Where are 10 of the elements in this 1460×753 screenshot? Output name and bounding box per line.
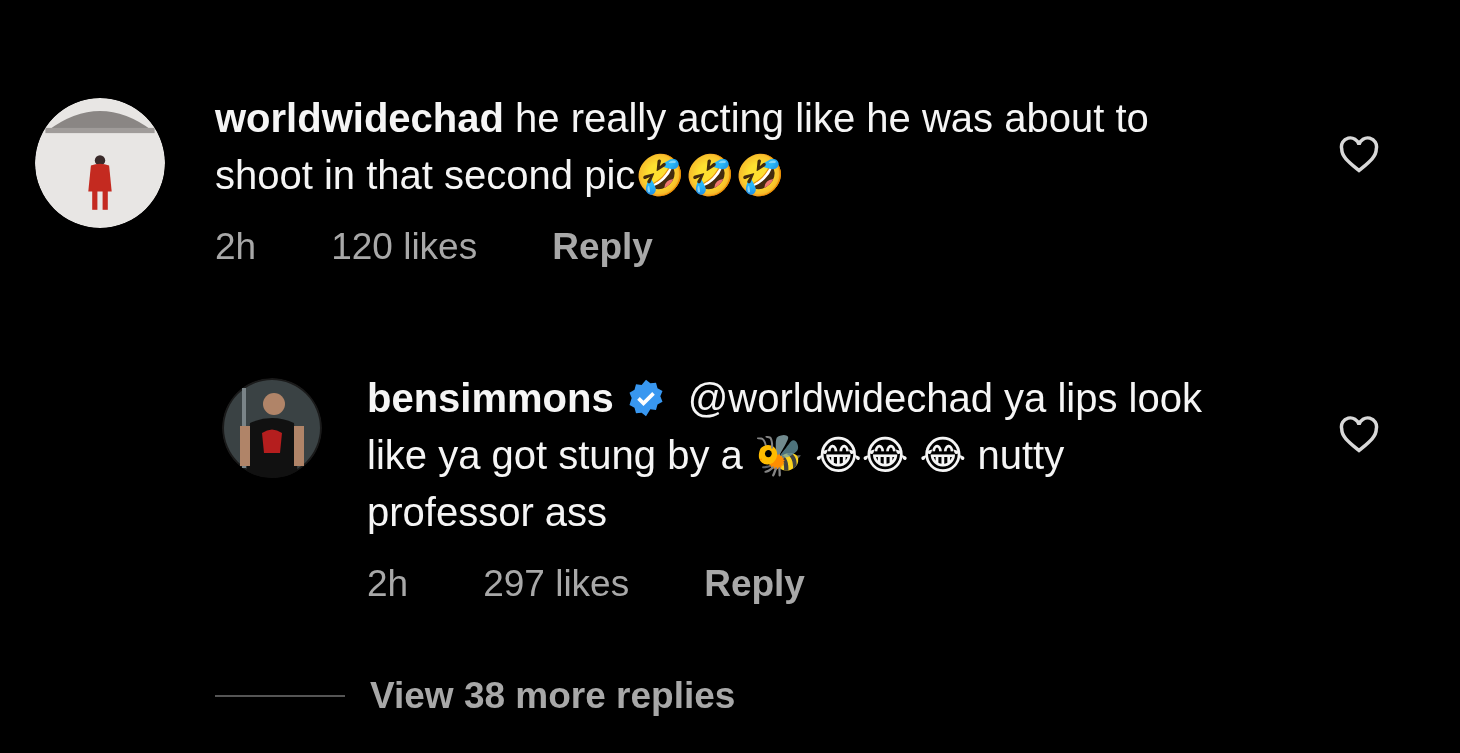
reply-button[interactable]: Reply <box>704 563 805 605</box>
comment-time: 2h <box>367 563 409 605</box>
heart-icon[interactable] <box>1338 416 1380 454</box>
likes-count[interactable]: 120 likes <box>331 226 478 268</box>
heart-icon[interactable] <box>1338 136 1380 174</box>
comment-time: 2h <box>215 226 257 268</box>
comment-text: worldwidechad he really acting like he was about to shoot in that second pic🤣🤣🤣 <box>215 95 1150 199</box>
reply-button[interactable]: Reply <box>552 226 653 268</box>
likes-count[interactable]: 297 likes <box>483 563 630 605</box>
view-more-replies-button[interactable]: View 38 more replies <box>370 675 736 717</box>
